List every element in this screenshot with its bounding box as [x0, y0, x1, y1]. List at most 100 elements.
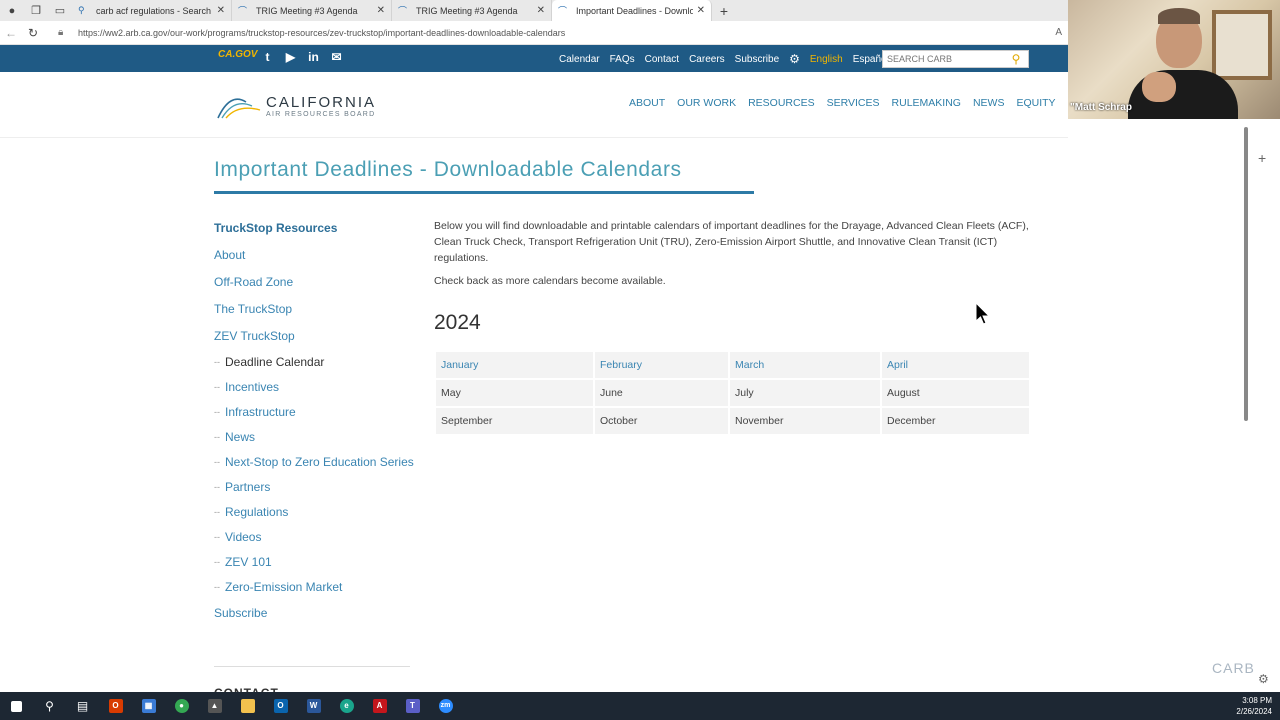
sidebar-subitem-education-series[interactable]: Next-Stop to Zero Education Series: [214, 453, 414, 472]
sidebar-add-icon[interactable]: +: [1258, 150, 1266, 166]
nav-about[interactable]: ABOUT: [629, 97, 665, 109]
app-grid-icon[interactable]: ▦: [132, 692, 165, 720]
search-icon[interactable]: ⚲: [1007, 52, 1025, 66]
search-input[interactable]: [883, 54, 1007, 64]
faqs-link[interactable]: FAQs: [610, 54, 635, 65]
month-july: July: [730, 380, 880, 406]
scroll-thumb[interactable]: [1244, 127, 1248, 421]
carb-icon: ⌒: [558, 6, 568, 16]
close-icon[interactable]: ✕: [377, 5, 385, 16]
twitter-icon[interactable]: t: [260, 49, 275, 65]
youtube-icon[interactable]: ▶: [283, 49, 298, 65]
sidebar-item-the-truckstop[interactable]: The TruckStop: [214, 299, 414, 326]
browser-tab[interactable]: ⌒ TRIG Meeting #3 Agenda ✕: [392, 0, 552, 21]
sidebar-subitem-videos[interactable]: Videos: [214, 528, 414, 547]
year-heading: 2024: [434, 311, 481, 334]
sidebar-subitem-infrastructure[interactable]: Infrastructure: [214, 403, 414, 422]
tab-actions-icon[interactable]: ▭: [48, 0, 72, 21]
url-field[interactable]: https://ww2.arb.ca.gov/our-work/programs…: [78, 28, 1055, 38]
lock-icon[interactable]: 🔒︎: [58, 27, 74, 38]
month-link-january[interactable]: January: [436, 352, 593, 378]
outlook-icon[interactable]: O: [264, 692, 297, 720]
logo-subtitle: AIR RESOURCES BOARD: [266, 111, 376, 118]
search-icon: ⚲: [78, 5, 85, 15]
new-tab-icon[interactable]: +: [712, 0, 736, 21]
picture-frame: [1212, 10, 1272, 80]
email-icon[interactable]: ✉: [329, 49, 344, 65]
mouse-cursor-icon: [975, 302, 991, 325]
sidebar-nav: TruckStop Resources About Off-Road Zone …: [214, 218, 414, 630]
logo-title: CALIFORNIA: [266, 94, 377, 111]
table-row: September October November December: [436, 408, 1029, 434]
social-links: t ▶ in ✉: [260, 49, 344, 65]
nav-our-work[interactable]: OUR WORK: [677, 97, 736, 109]
address-bar: ← ↻ 🔒︎ https://ww2.arb.ca.gov/our-work/p…: [0, 21, 1068, 45]
zoom-icon[interactable]: zm: [429, 692, 462, 720]
sidebar-subitem-zero-emission-market[interactable]: Zero-Emission Market: [214, 578, 414, 597]
page-scrollbar[interactable]: [1240, 119, 1252, 692]
participant-name: "Matt Schrap: [1070, 102, 1132, 113]
close-icon[interactable]: ✕: [697, 5, 705, 16]
sidebar-item-subscribe[interactable]: Subscribe: [214, 603, 414, 630]
person-hair: [1158, 8, 1200, 24]
carb-logo[interactable]: CALIFORNIA AIR RESOURCES BOARD: [216, 88, 386, 124]
nav-news[interactable]: NEWS: [973, 97, 1005, 109]
acrobat-icon[interactable]: A: [363, 692, 396, 720]
browser-tab[interactable]: ⚲ carb acf regulations - Search ✕: [72, 0, 232, 21]
main-nav: ABOUT OUR WORK RESOURCES SERVICES RULEMA…: [629, 97, 1068, 109]
task-view-icon[interactable]: ▤: [66, 692, 99, 720]
careers-link[interactable]: Careers: [689, 54, 725, 65]
linkedin-icon[interactable]: in: [306, 49, 321, 65]
carb-icon: ⌒: [238, 6, 248, 16]
month-link-march[interactable]: March: [730, 352, 880, 378]
sidebar-subitem-incentives[interactable]: Incentives: [214, 378, 414, 397]
page-title: Important Deadlines - Downloadable Calen…: [214, 158, 682, 181]
photos-icon[interactable]: ▲: [198, 692, 231, 720]
close-icon[interactable]: ✕: [537, 5, 545, 16]
back-icon[interactable]: ←: [0, 26, 22, 40]
nav-resources[interactable]: RESOURCES: [748, 97, 815, 109]
sidebar-subitem-regulations[interactable]: Regulations: [214, 503, 414, 522]
browser-tab[interactable]: ⌒ TRIG Meeting #3 Agenda ✕: [232, 0, 392, 21]
office-icon[interactable]: O: [99, 692, 132, 720]
sidebar-subitem-news[interactable]: News: [214, 428, 414, 447]
clock-time: 3:08 PM: [1242, 696, 1272, 705]
settings-gear-icon[interactable]: ⚙: [789, 52, 800, 66]
file-explorer-icon[interactable]: [231, 692, 264, 720]
screen: ● ❐ ▭ ⚲ carb acf regulations - Search ✕ …: [0, 0, 1280, 720]
sidebar-subitem-deadline-calendar[interactable]: Deadline Calendar: [214, 353, 414, 372]
taskbar-search-icon[interactable]: ⚲: [33, 692, 66, 720]
contact-link[interactable]: Contact: [645, 54, 679, 65]
nav-equity[interactable]: EQUITY: [1016, 97, 1055, 109]
settings-gear-icon[interactable]: ⚙: [1258, 672, 1269, 686]
chrome-icon[interactable]: ●: [165, 692, 198, 720]
profile-icon[interactable]: ●: [0, 0, 24, 21]
browser-tab-active[interactable]: ⌒ Important Deadlines - Downloac ✕: [552, 0, 712, 21]
calendar-link[interactable]: Calendar: [559, 54, 600, 65]
reload-icon[interactable]: ↻: [22, 26, 44, 40]
read-aloud-icon[interactable]: A: [1055, 27, 1062, 38]
month-link-february[interactable]: February: [595, 352, 728, 378]
subscribe-link[interactable]: Subscribe: [735, 54, 779, 65]
nav-services[interactable]: SERVICES: [827, 97, 880, 109]
sidebar-item-zev-truckstop[interactable]: ZEV TruckStop: [214, 326, 414, 353]
cagov-logo[interactable]: CA.GOV: [218, 49, 257, 69]
edge-icon[interactable]: e: [330, 692, 363, 720]
start-icon[interactable]: [0, 692, 33, 720]
language-english[interactable]: English: [810, 54, 843, 65]
sidebar-subitem-zev-101[interactable]: ZEV 101: [214, 553, 414, 572]
system-clock[interactable]: 3:08 PM 2/26/2024: [1236, 695, 1272, 717]
close-icon[interactable]: ✕: [217, 5, 225, 16]
collections-icon[interactable]: ❐: [24, 0, 48, 21]
site-header: CALIFORNIA AIR RESOURCES BOARD ABOUT OUR…: [0, 72, 1068, 138]
sidebar-subitem-partners[interactable]: Partners: [214, 478, 414, 497]
word-icon[interactable]: W: [297, 692, 330, 720]
nav-rulemaking[interactable]: RULEMAKING: [892, 97, 961, 109]
teams-icon[interactable]: T: [396, 692, 429, 720]
sidebar-item-about[interactable]: About: [214, 245, 414, 272]
calendar-table: January February March April May June Ju…: [434, 350, 1031, 436]
sidebar-heading[interactable]: TruckStop Resources: [214, 218, 414, 245]
table-row: January February March April: [436, 352, 1029, 378]
sidebar-item-off-road-zone[interactable]: Off-Road Zone: [214, 272, 414, 299]
month-link-april[interactable]: April: [882, 352, 1029, 378]
